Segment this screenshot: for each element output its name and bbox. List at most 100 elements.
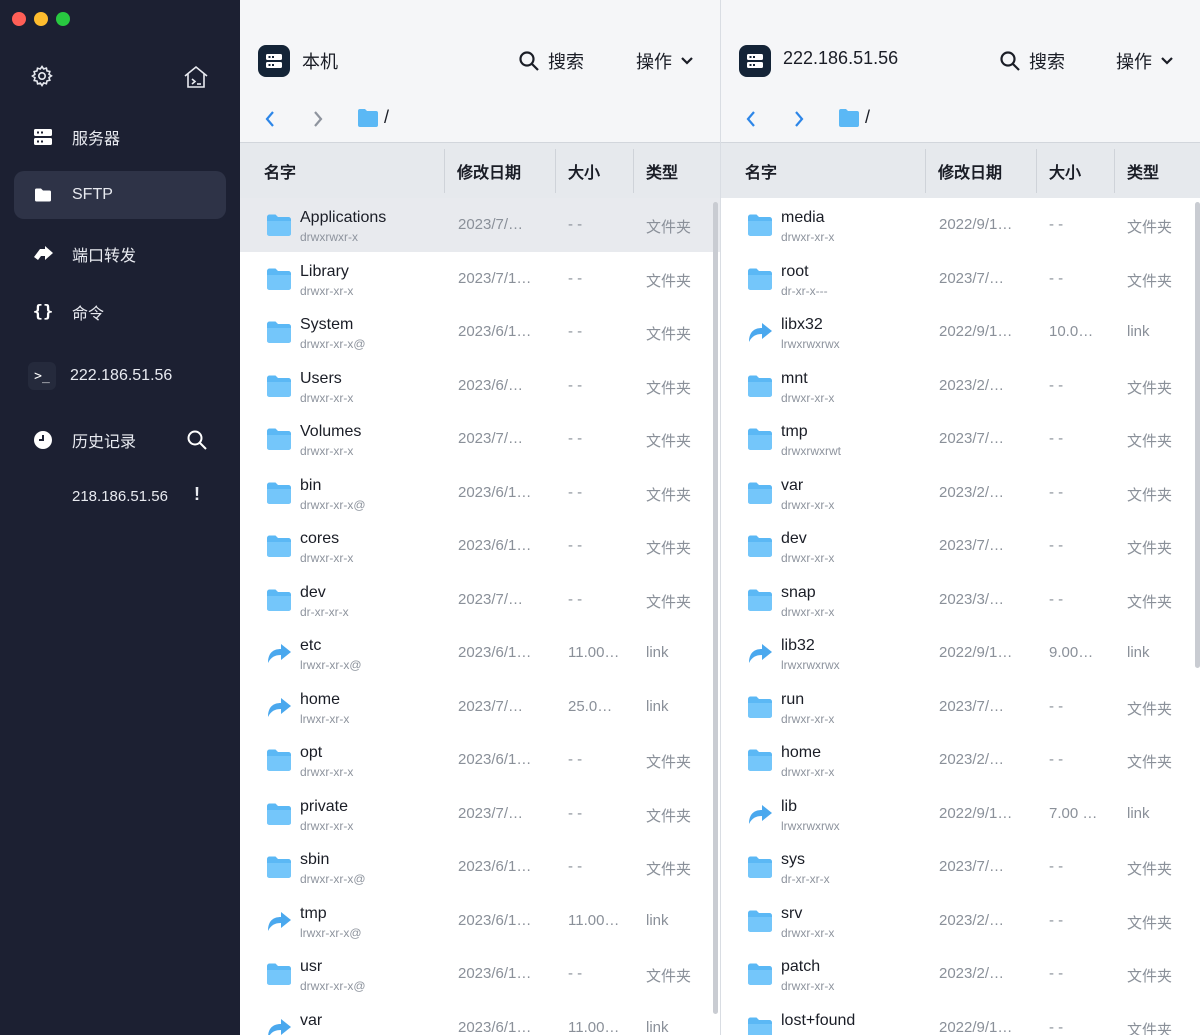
table-row[interactable]: home lrwxr-xr-x 2023/7/… 25.0… link <box>240 680 720 734</box>
table-row[interactable]: Library drwxr-xr-x 2023/7/1… - - 文件夹 <box>240 252 720 306</box>
table-row[interactable]: opt drwxr-xr-x 2023/6/1… - - 文件夹 <box>240 733 720 787</box>
table-row[interactable]: cores drwxr-xr-x 2023/6/1… - - 文件夹 <box>240 519 720 573</box>
minimize-window-button[interactable] <box>34 12 48 26</box>
local-terminal-icon[interactable] <box>182 64 210 95</box>
search-icon[interactable] <box>186 429 208 456</box>
search-icon <box>1000 51 1020 71</box>
folder-icon <box>32 184 54 206</box>
folder-icon <box>266 481 292 510</box>
folder-icon <box>747 1016 773 1035</box>
forward-button[interactable] <box>793 110 805 133</box>
local-file-list: Applications drwxrwxr-x 2023/7/… - - 文件夹 Libr… <box>240 198 720 1035</box>
file-type: 文件夹 <box>1127 540 1173 557</box>
folder-icon <box>747 267 773 296</box>
file-name: run <box>781 690 805 708</box>
table-row[interactable]: var drwxr-xr-x 2023/2/… - - 文件夹 <box>721 466 1200 520</box>
file-size: - - <box>568 323 583 340</box>
table-row[interactable]: libx32 lrwxrwxrwx 2022/9/1… 10.0… link <box>721 305 1200 359</box>
column-type[interactable]: 类型 <box>1127 143 1159 199</box>
sidebar-history-entry[interactable]: 218.186.51.56 ! <box>14 472 226 520</box>
zoom-window-button[interactable] <box>56 12 70 26</box>
braces-icon: {} <box>32 302 54 322</box>
table-row[interactable]: patch drwxr-xr-x 2023/2/… - - 文件夹 <box>721 947 1200 1001</box>
table-row[interactable]: root dr-xr-x--- 2023/7/… - - 文件夹 <box>721 252 1200 306</box>
table-row[interactable]: sbin drwxr-xr-x@ 2023/6/1… - - 文件夹 <box>240 840 720 894</box>
file-modified: 2023/7/… <box>939 858 1005 875</box>
sidebar-item-servers[interactable]: 服务器 <box>14 113 226 161</box>
table-row[interactable]: run drwxr-xr-x 2023/7/… - - 文件夹 <box>721 680 1200 734</box>
folder-icon <box>266 534 292 563</box>
folder-icon <box>747 748 773 777</box>
table-row[interactable]: bin drwxr-xr-x@ 2023/6/1… - - 文件夹 <box>240 466 720 520</box>
file-size: - - <box>1049 1018 1064 1035</box>
local-scrollbar[interactable] <box>713 202 718 1014</box>
close-window-button[interactable] <box>12 12 26 26</box>
file-permissions: lrwxrwxrwx <box>781 818 840 833</box>
local-ops-menu[interactable]: 操作 <box>636 48 694 74</box>
table-row[interactable]: lib32 lrwxrwxrwx 2022/9/1… 9.00… link <box>721 626 1200 680</box>
local-pane-title: 本机 <box>302 52 338 72</box>
column-modified[interactable]: 修改日期 <box>938 143 1002 199</box>
local-pane: 本机 搜索 操作 / 名字 修改日期 大小 类型 Applications drw… <box>240 0 720 1035</box>
forward-button[interactable] <box>312 110 324 133</box>
remote-pane-title: 222.186.51.56 <box>783 48 899 68</box>
column-size[interactable]: 大小 <box>1049 143 1081 199</box>
column-type[interactable]: 类型 <box>646 143 678 199</box>
gear-icon[interactable] <box>30 64 54 93</box>
sidebar-item-commands[interactable]: {} 命令 <box>14 288 226 336</box>
remote-search-button[interactable]: 搜索 <box>999 48 1065 74</box>
table-row[interactable]: sys dr-xr-xr-x 2023/7/… - - 文件夹 <box>721 840 1200 894</box>
file-modified: 2023/6/1… <box>458 1018 532 1035</box>
file-name: var <box>300 1011 323 1029</box>
table-row[interactable]: home drwxr-xr-x 2023/2/… - - 文件夹 <box>721 733 1200 787</box>
file-type: 文件夹 <box>1127 914 1173 932</box>
table-row[interactable]: srv drwxr-xr-x 2023/2/… - - 文件夹 <box>721 894 1200 948</box>
path-breadcrumb[interactable]: / <box>384 107 389 128</box>
terminal-icon: >_ <box>28 362 56 390</box>
sidebar-item-history[interactable]: 历史记录 <box>14 416 226 464</box>
file-type: 文件夹 <box>1127 272 1173 290</box>
column-name[interactable]: 名字 <box>745 143 777 199</box>
sidebar: 服务器 SFTP 端口转发 {} 命令 >_ 222.186.51.56 历史记… <box>0 0 240 1035</box>
back-button[interactable] <box>264 110 276 133</box>
file-name: opt <box>300 744 323 761</box>
table-row[interactable]: lib lrwxrwxrwx 2022/9/1… 7.00 … link <box>721 787 1200 841</box>
sidebar-item-sftp[interactable]: SFTP <box>14 171 226 219</box>
back-button[interactable] <box>745 110 757 133</box>
table-row[interactable]: Volumes drwxr-xr-x 2023/7/… - - 文件夹 <box>240 412 720 466</box>
file-size: 25.0… <box>568 697 613 715</box>
path-breadcrumb[interactable]: / <box>865 107 870 128</box>
table-row[interactable]: tmp drwxrwxrwt 2023/7/… - - 文件夹 <box>721 412 1200 466</box>
table-row[interactable]: Users drwxr-xr-x 2023/6/… - - 文件夹 <box>240 359 720 413</box>
remote-ops-menu[interactable]: 操作 <box>1116 48 1174 74</box>
table-row[interactable]: varlrwxr-xr-x@2023/6/1…11.00…link <box>240 1001 720 1035</box>
table-row[interactable]: tmp lrwxr-xr-x@ 2023/6/1… 11.00… link <box>240 894 720 948</box>
table-row[interactable]: Applications drwxrwxr-x 2023/7/… - - 文件夹 <box>240 198 720 252</box>
table-row[interactable]: lost+founddrwx------2022/9/1…- -文件夹 <box>721 1001 1200 1035</box>
folder-icon <box>747 374 773 403</box>
file-type: 文件夹 <box>1127 379 1173 397</box>
file-modified: 2023/6/1… <box>458 644 532 661</box>
table-row[interactable]: snap drwxr-xr-x 2023/3/… - - 文件夹 <box>721 573 1200 627</box>
table-row[interactable]: etc lrwxr-xr-x@ 2023/6/1… 11.00… link <box>240 626 720 680</box>
column-modified[interactable]: 修改日期 <box>457 143 521 199</box>
sidebar-item-label: 端口转发 <box>72 248 137 265</box>
table-row[interactable]: dev drwxr-xr-x 2023/7/… - - 文件夹 <box>721 519 1200 573</box>
file-name: dev <box>300 583 326 601</box>
column-name[interactable]: 名字 <box>264 143 296 199</box>
table-row[interactable]: usr drwxr-xr-x@ 2023/6/1… - - 文件夹 <box>240 947 720 1001</box>
column-size[interactable]: 大小 <box>568 143 600 199</box>
sidebar-item-port-forward[interactable]: 端口转发 <box>14 230 226 278</box>
search-icon <box>519 51 539 71</box>
file-permissions: drwxr-xr-x@ <box>300 979 366 993</box>
file-permissions: drwxr-xr-x <box>781 979 835 993</box>
remote-scrollbar[interactable] <box>1195 202 1200 668</box>
file-permissions: dr-xr-xr-x <box>781 872 830 886</box>
table-row[interactable]: System drwxr-xr-x@ 2023/6/1… - - 文件夹 <box>240 305 720 359</box>
table-row[interactable]: dev dr-xr-xr-x 2023/7/… - - 文件夹 <box>240 573 720 627</box>
sidebar-item-session[interactable]: >_ 222.186.51.56 <box>14 352 226 400</box>
table-row[interactable]: private drwxr-xr-x 2023/7/… - - 文件夹 <box>240 787 720 841</box>
local-search-button[interactable]: 搜索 <box>518 48 584 74</box>
table-row[interactable]: mnt drwxr-xr-x 2023/2/… - - 文件夹 <box>721 359 1200 413</box>
table-row[interactable]: media drwxr-xr-x 2022/9/1… - - 文件夹 <box>721 198 1200 252</box>
